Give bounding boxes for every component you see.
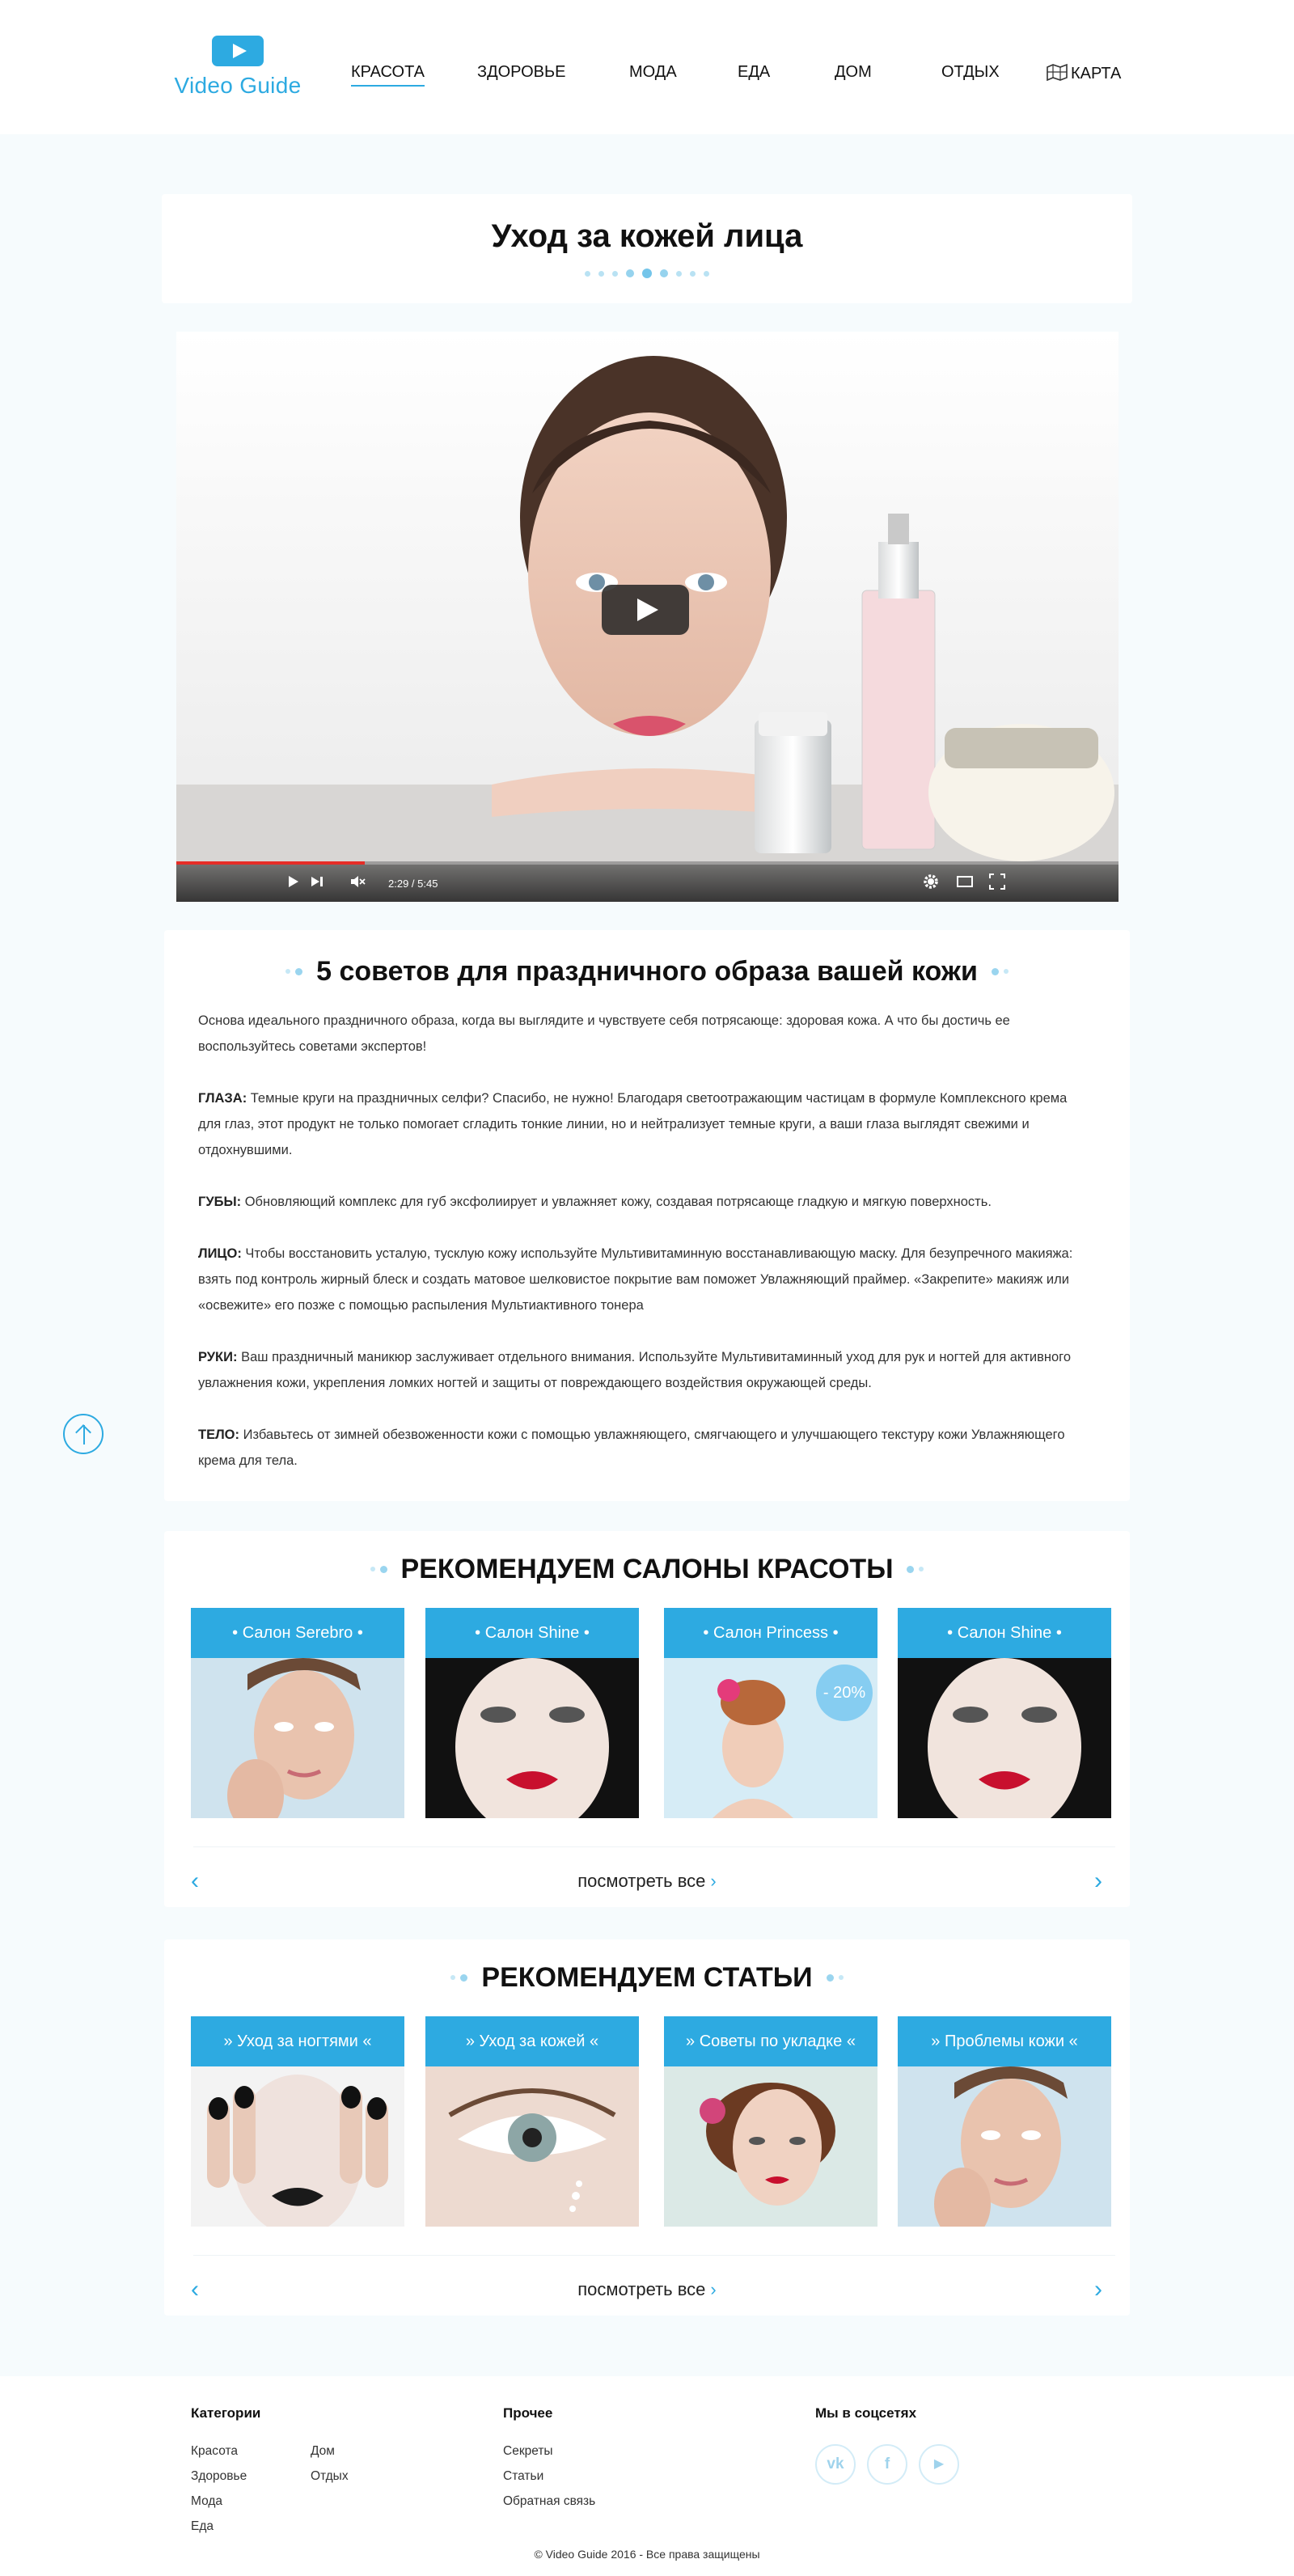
salon-tile-title[interactable]: • Салон Serebro •: [191, 1608, 404, 1658]
divider: [193, 1846, 1115, 1847]
article-card: 5 советов для праздничного образа вашей …: [164, 930, 1130, 1501]
tip-hands: РУКИ: Ваш праздничный маникюр заслуживае…: [198, 1350, 1071, 1390]
salon-image[interactable]: - 20%: [664, 1658, 877, 1818]
scroll-to-top-button[interactable]: [63, 1414, 104, 1454]
article-image[interactable]: [191, 2066, 404, 2227]
salon-image[interactable]: [898, 1658, 1111, 1818]
categories-heading: Категории: [191, 2405, 261, 2421]
article-tile[interactable]: » Уход за ногтями «: [191, 2016, 404, 2227]
article-image[interactable]: [664, 2066, 877, 2227]
salon-tile-title[interactable]: • Салон Shine •: [898, 1608, 1111, 1658]
articles-card: РЕКОМЕНДУЕМ СТАТЬИ » Уход за ногтями « »…: [164, 1939, 1130, 2316]
article-tile-title[interactable]: » Проблемы кожи «: [898, 2016, 1111, 2066]
salon-tile-title[interactable]: • Салон Princess •: [664, 1608, 877, 1658]
salon-tile-title[interactable]: • Салон Shine •: [425, 1608, 639, 1658]
article-tile[interactable]: » Проблемы кожи «: [898, 2016, 1111, 2227]
next-arrow-icon[interactable]: ›: [1094, 1869, 1102, 1893]
see-all-salons-link[interactable]: посмотреть все ›: [164, 1871, 1130, 1892]
nav-map-label: КАРТА: [1071, 65, 1122, 82]
salon-tile[interactable]: • Салон Shine •: [425, 1608, 639, 1818]
title-dots: [162, 269, 1132, 278]
video-time: 2:29 / 5:45: [388, 878, 438, 890]
play-icon[interactable]: [284, 873, 302, 890]
logo[interactable]: Video Guide: [165, 36, 311, 108]
footer-link-secrets[interactable]: Секреты: [503, 2444, 553, 2459]
salon-image[interactable]: [191, 1658, 404, 1818]
play-button[interactable]: [602, 585, 689, 635]
site-header: Video Guide КРАСОТА ЗДОРОВЬЕ МОДА ЕДА ДО…: [0, 0, 1294, 134]
nav-leisure[interactable]: ОТДЫХ: [941, 63, 1000, 82]
logo-text: Video Guide: [174, 73, 302, 98]
article-image[interactable]: [425, 2066, 639, 2227]
footer-link-beauty[interactable]: Красота: [191, 2444, 238, 2459]
footer-link-articles[interactable]: Статьи: [503, 2469, 543, 2484]
nav-map[interactable]: КАРТА: [1047, 63, 1121, 83]
discount-badge: - 20%: [816, 1664, 873, 1721]
progress-bar[interactable]: [176, 861, 1119, 865]
footer-link-fashion[interactable]: Мода: [191, 2494, 222, 2509]
article-intro: Основа идеального праздничного образа, к…: [198, 1013, 1010, 1054]
page-title: Уход за кожей лица: [491, 218, 803, 254]
nav-beauty[interactable]: КРАСОТА: [351, 63, 425, 87]
copyright: © Video Guide 2016 - Все права защищены: [534, 2548, 760, 2561]
tip-lips: ГУБЫ: Обновляющий комплекс для губ эксфо…: [198, 1195, 992, 1209]
title-card: Уход за кожей лица: [162, 194, 1132, 303]
salon-tile[interactable]: • Салон Serebro •: [191, 1608, 404, 1818]
map-icon: [1047, 63, 1068, 81]
salon-tile[interactable]: • Салон Shine •: [898, 1608, 1111, 1818]
article-tile[interactable]: » Уход за кожей «: [425, 2016, 639, 2227]
articles-title: РЕКОМЕНДУЕМ СТАТЬИ: [164, 1961, 1130, 1994]
next-arrow-icon[interactable]: ›: [1094, 2278, 1102, 2302]
footer-link-feedback[interactable]: Обратная связь: [503, 2494, 595, 2509]
social-heading: Мы в соцсетях: [815, 2405, 917, 2421]
nav-fashion[interactable]: МОДА: [629, 63, 677, 82]
article-tile[interactable]: » Советы по укладке «: [664, 2016, 877, 2227]
tip-face: ЛИЦО: Чтобы восстановить усталую, тусклу…: [198, 1246, 1073, 1313]
article-title: 5 советов для праздничного образа вашей …: [164, 954, 1130, 988]
tip-body: ТЕЛО: Избавьтесь от зимней обезвоженност…: [198, 1428, 1065, 1468]
footer-link-home[interactable]: Дом: [311, 2444, 335, 2459]
article-image[interactable]: [898, 2066, 1111, 2227]
facebook-icon[interactable]: f: [867, 2444, 907, 2485]
article-tile-title[interactable]: » Уход за ногтями «: [191, 2016, 404, 2066]
vk-icon[interactable]: vk: [815, 2444, 856, 2485]
progress-fill: [176, 861, 365, 865]
site-footer: Категории Красота Дом Здоровье Отдых Мод…: [0, 2376, 1294, 2576]
article-tile-title[interactable]: » Советы по укладке «: [664, 2016, 877, 2066]
salons-card: РЕКОМЕНДУЕМ САЛОНЫ КРАСОТЫ • Салон Sereb…: [164, 1531, 1130, 1907]
nav-food[interactable]: ЕДА: [738, 63, 770, 82]
article-body: Основа идеального праздничного образа, к…: [198, 1008, 1088, 1499]
footer-link-leisure[interactable]: Отдых: [311, 2469, 349, 2484]
tip-eyes: ГЛАЗА: Темные круги на праздничных селфи…: [198, 1091, 1068, 1157]
see-all-articles-link[interactable]: посмотреть все ›: [164, 2279, 1130, 2300]
youtube-icon[interactable]: ▶: [919, 2444, 959, 2485]
video-player[interactable]: 2:29 / 5:45: [176, 332, 1119, 902]
article-tile-title[interactable]: » Уход за кожей «: [425, 2016, 639, 2066]
play-logo-icon: [212, 36, 264, 66]
fullscreen-icon[interactable]: [988, 873, 1006, 890]
salons-title: РЕКОМЕНДУЕМ САЛОНЫ КРАСОТЫ: [164, 1552, 1130, 1585]
other-heading: Прочее: [503, 2405, 553, 2421]
salon-tile[interactable]: • Салон Princess • - 20%: [664, 1608, 877, 1818]
nav-home[interactable]: ДОМ: [835, 63, 872, 82]
theater-icon[interactable]: [956, 873, 974, 890]
footer-link-food[interactable]: Еда: [191, 2519, 214, 2534]
divider: [193, 2255, 1115, 2256]
nav-health[interactable]: ЗДОРОВЬЕ: [477, 63, 565, 82]
video-controls: 2:29 / 5:45: [176, 861, 1119, 902]
salon-image[interactable]: [425, 1658, 639, 1818]
settings-icon[interactable]: [922, 873, 940, 890]
footer-link-health[interactable]: Здоровье: [191, 2469, 247, 2484]
next-icon[interactable]: [308, 873, 326, 890]
mute-icon[interactable]: [349, 873, 366, 890]
